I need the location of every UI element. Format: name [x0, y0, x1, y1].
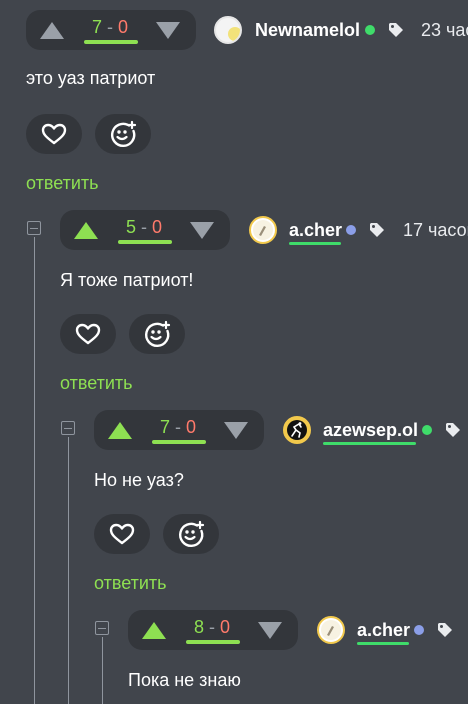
vote-widget: 7 - 0 — [94, 410, 264, 450]
downvote-arrow-icon[interactable] — [156, 22, 180, 39]
reply-link[interactable]: ответить — [26, 172, 99, 194]
emoji-add-icon — [179, 520, 205, 548]
username[interactable]: a.cher — [289, 219, 342, 241]
vote-ratio-bar — [152, 440, 206, 444]
vote-ratio-bar — [118, 240, 172, 244]
emoji-add-icon — [145, 320, 171, 348]
add-reaction-button[interactable] — [129, 314, 185, 354]
downvote-arrow-icon[interactable] — [224, 422, 248, 439]
tag-icon[interactable] — [445, 422, 461, 438]
collapse-icon[interactable] — [27, 221, 41, 235]
username[interactable]: azewsep.ol — [323, 419, 418, 441]
collapse-icon[interactable] — [61, 421, 75, 435]
tag-icon[interactable] — [437, 622, 453, 638]
heart-icon — [41, 123, 67, 145]
comment-text: Но не уаз? — [94, 470, 184, 490]
like-button[interactable] — [26, 114, 82, 154]
comment-text: Я тоже патриот! — [60, 270, 194, 290]
add-reaction-button[interactable] — [163, 514, 219, 554]
username-underline — [289, 242, 341, 245]
downvote-arrow-icon[interactable] — [190, 222, 214, 239]
upvote-arrow-icon[interactable] — [74, 222, 98, 239]
vote-widget: 7 - 0 — [26, 10, 196, 50]
vote-widget: 5 - 0 — [60, 210, 230, 250]
tag-icon[interactable] — [369, 222, 385, 238]
avatar[interactable] — [283, 416, 311, 444]
like-button[interactable] — [60, 314, 116, 354]
vote-score: 8 - 0 — [193, 617, 231, 637]
timestamp: 17 часов — [403, 220, 468, 240]
comment-text: это уаз патриот — [26, 68, 156, 88]
add-reaction-button[interactable] — [95, 114, 151, 154]
online-status-dot — [422, 425, 432, 435]
upvote-arrow-icon[interactable] — [40, 22, 64, 39]
username-underline — [357, 642, 409, 645]
avatar[interactable] — [317, 616, 345, 644]
vote-score: 7 - 0 — [91, 17, 129, 37]
online-status-dot — [346, 225, 356, 235]
username-underline — [323, 442, 416, 445]
like-button[interactable] — [94, 514, 150, 554]
online-status-dot — [365, 25, 375, 35]
collapse-icon[interactable] — [95, 621, 109, 635]
downvote-arrow-icon[interactable] — [258, 622, 282, 639]
avatar[interactable] — [214, 16, 242, 44]
thread-line[interactable] — [102, 637, 103, 704]
heart-icon — [75, 323, 101, 345]
comment-text: Пока не знаю — [128, 670, 241, 690]
username[interactable]: Newnamelol — [255, 19, 360, 41]
vote-ratio-bar — [84, 40, 138, 44]
thread-line[interactable] — [68, 437, 69, 704]
vote-score: 7 - 0 — [159, 417, 197, 437]
vote-widget: 8 - 0 — [128, 610, 298, 650]
reply-link[interactable]: ответить — [60, 372, 133, 394]
vote-ratio-bar — [186, 640, 240, 644]
thread-line[interactable] — [34, 237, 35, 704]
username[interactable]: a.cher — [357, 619, 410, 641]
emoji-add-icon — [111, 120, 137, 148]
avatar[interactable] — [249, 216, 277, 244]
timestamp: 23 часа — [421, 20, 468, 40]
upvote-arrow-icon[interactable] — [142, 622, 166, 639]
upvote-arrow-icon[interactable] — [108, 422, 132, 439]
online-status-dot — [414, 625, 424, 635]
tag-icon[interactable] — [388, 22, 404, 38]
reply-link[interactable]: ответить — [94, 572, 167, 594]
heart-icon — [109, 523, 135, 545]
vote-score: 5 - 0 — [125, 217, 163, 237]
